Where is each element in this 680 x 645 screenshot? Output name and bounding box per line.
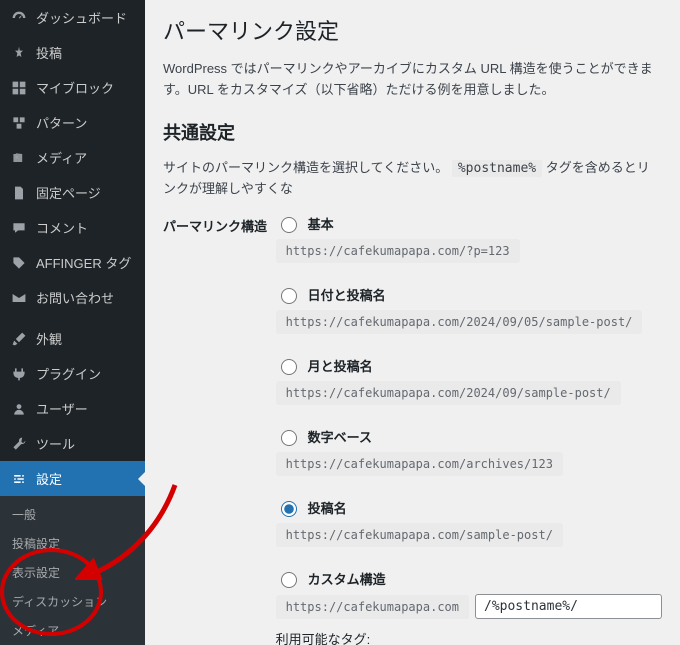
permalink-radio[interactable] <box>281 217 297 233</box>
permalink-structure-label: パーマリンク構造 <box>163 214 276 235</box>
permalink-option-label[interactable]: 投稿名 <box>276 498 662 517</box>
sidebar-item-label: 投稿 <box>36 43 62 62</box>
dashboard-icon <box>10 9 28 27</box>
permalink-radio[interactable] <box>281 288 297 304</box>
grid-icon <box>10 79 28 97</box>
available-tags-label: 利用可能なタグ: <box>276 629 662 645</box>
sidebar-item-label: ダッシュボード <box>36 8 127 27</box>
media-icon <box>10 149 28 167</box>
common-heading: 共通設定 <box>163 119 662 145</box>
submenu-item[interactable]: ディスカッション <box>0 587 145 616</box>
common-desc: サイトのパーマリンク構造を選択してください。 %postname% タグを含める… <box>163 158 662 201</box>
submenu-item[interactable]: 表示設定 <box>0 558 145 587</box>
sidebar-item-label: ユーザー <box>36 399 88 418</box>
permalink-option: 数字ベース https://cafekumapapa.com/archives/1… <box>276 427 662 476</box>
sidebar-item-label: パターン <box>36 113 87 132</box>
sidebar-item-label: お問い合わせ <box>36 288 114 307</box>
sidebar-item-label: 設定 <box>36 469 62 488</box>
permalink-option: 基本 https://cafekumapapa.com/?p=123 <box>276 214 662 263</box>
sidebar-item-mail[interactable]: お問い合わせ <box>0 280 145 315</box>
submenu-item[interactable]: メディア <box>0 616 145 645</box>
sidebar-item-label: AFFINGER タグ <box>36 253 131 272</box>
sidebar-item-brush[interactable]: 外観 <box>0 321 145 356</box>
sidebar-item-label: プラグイン <box>36 364 101 383</box>
sidebar-item-settings[interactable]: 設定 <box>0 461 145 496</box>
sidebar-item-label: マイブロック <box>36 78 114 97</box>
sidebar-item-plugin[interactable]: プラグイン <box>0 356 145 391</box>
permalink-radio[interactable] <box>281 572 297 588</box>
permalink-option: 投稿名 https://cafekumapapa.com/sample-post/ <box>276 498 662 547</box>
submenu-item[interactable]: 投稿設定 <box>0 529 145 558</box>
sidebar-item-label: メディア <box>36 148 87 167</box>
page-icon <box>10 184 28 202</box>
submenu-item[interactable]: 一般 <box>0 500 145 529</box>
permalink-option: カスタム構造https://cafekumapapa.com利用可能なタグ:%y… <box>276 569 662 645</box>
user-icon <box>10 400 28 418</box>
pin-icon <box>10 44 28 62</box>
permalink-option-label[interactable]: カスタム構造 <box>276 569 662 588</box>
permalink-options: 基本 https://cafekumapapa.com/?p=123 日付と投稿名 h… <box>276 214 662 645</box>
sidebar-item-user[interactable]: ユーザー <box>0 391 145 426</box>
page-intro: WordPress ではパーマリンクやアーカイブにカスタム URL 構造を使うこ… <box>163 59 662 101</box>
settings-icon <box>10 470 28 488</box>
sidebar-item-wrench[interactable]: ツール <box>0 426 145 461</box>
permalink-base-url: https://cafekumapapa.com <box>276 595 469 619</box>
sidebar-item-media[interactable]: メディア <box>0 140 145 175</box>
page-title: パーマリンク設定 <box>163 14 662 46</box>
sidebar-item-grid[interactable]: マイブロック <box>0 70 145 105</box>
mail-icon <box>10 289 28 307</box>
sidebar-item-label: コメント <box>36 218 88 237</box>
permalink-option-label[interactable]: 基本 <box>276 214 662 233</box>
sidebar-item-page[interactable]: 固定ページ <box>0 175 145 210</box>
postname-code: %postname% <box>452 160 542 177</box>
permalink-option-label[interactable]: 月と投稿名 <box>276 356 662 375</box>
wrench-icon <box>10 435 28 453</box>
plugin-icon <box>10 365 28 383</box>
sidebar-item-pin[interactable]: 投稿 <box>0 35 145 70</box>
sidebar-item-dashboard[interactable]: ダッシュボード <box>0 0 145 35</box>
permalink-example-url: https://cafekumapapa.com/archives/123 <box>276 452 563 476</box>
permalink-option-label[interactable]: 数字ベース <box>276 427 662 446</box>
pattern-icon <box>10 114 28 132</box>
tag-icon <box>10 254 28 272</box>
main-content: パーマリンク設定 WordPress ではパーマリンクやアーカイブにカスタム U… <box>145 0 680 645</box>
sidebar-item-comment[interactable]: コメント <box>0 210 145 245</box>
brush-icon <box>10 330 28 348</box>
permalink-custom-input[interactable] <box>475 594 662 619</box>
permalink-option-label[interactable]: 日付と投稿名 <box>276 285 662 304</box>
sidebar-item-pattern[interactable]: パターン <box>0 105 145 140</box>
admin-sidebar: ダッシュボード投稿マイブロックパターンメディア固定ページコメントAFFINGER… <box>0 0 145 645</box>
sidebar-item-label: ツール <box>36 434 75 453</box>
permalink-example-url: https://cafekumapapa.com/2024/09/05/samp… <box>276 310 643 334</box>
permalink-example-url: https://cafekumapapa.com/?p=123 <box>276 239 520 263</box>
sidebar-item-label: 外観 <box>36 329 62 348</box>
comment-icon <box>10 219 28 237</box>
permalink-radio[interactable] <box>281 501 297 517</box>
permalink-example-url: https://cafekumapapa.com/2024/09/sample-… <box>276 381 621 405</box>
permalink-radio[interactable] <box>281 430 297 446</box>
permalink-radio[interactable] <box>281 359 297 375</box>
sidebar-item-label: 固定ページ <box>36 183 101 202</box>
permalink-option: 日付と投稿名 https://cafekumapapa.com/2024/09/0… <box>276 285 662 334</box>
sidebar-item-tag[interactable]: AFFINGER タグ <box>0 245 145 280</box>
permalink-example-url: https://cafekumapapa.com/sample-post/ <box>276 523 563 547</box>
settings-submenu: 一般投稿設定表示設定ディスカッションメディアパーマリンクプライバシーXML サイ… <box>0 496 145 645</box>
permalink-option: 月と投稿名 https://cafekumapapa.com/2024/09/sa… <box>276 356 662 405</box>
